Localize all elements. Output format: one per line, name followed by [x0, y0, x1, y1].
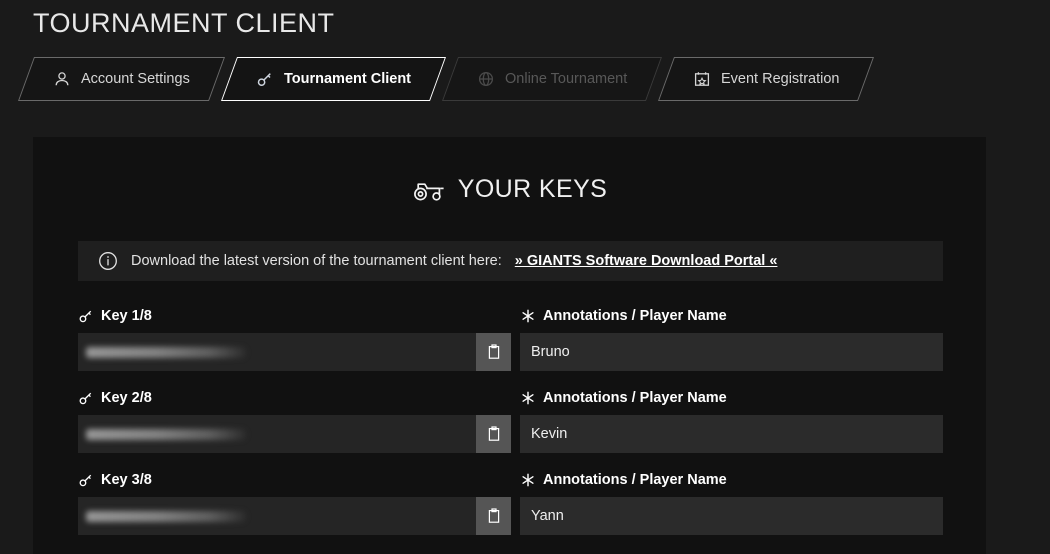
key-label: Key 3/8: [78, 469, 520, 491]
annotation-value: Bruno: [531, 344, 570, 360]
copy-key-button[interactable]: [476, 497, 511, 535]
key-icon: [256, 70, 274, 88]
banner-text: Download the latest version of the tourn…: [131, 253, 502, 269]
keys-panel: YOUR KEYS Download the latest version of…: [33, 137, 986, 554]
tab-bar: Account Settings Tournament Client Onlin…: [17, 57, 879, 101]
asterisk-icon: [520, 308, 536, 324]
user-icon: [53, 70, 71, 88]
asterisk-icon: [520, 472, 536, 488]
tab-tournament-client[interactable]: Tournament Client: [220, 57, 446, 101]
tab-event-registration[interactable]: Event Registration: [658, 57, 875, 101]
key-label-text: Key 3/8: [101, 472, 152, 488]
key-input[interactable]: [78, 333, 476, 371]
tractor-icon: [412, 177, 446, 203]
redacted-key-value: [86, 510, 246, 522]
row-labels: Key 2/8 Annotations / Player Name: [78, 387, 943, 415]
section-header: YOUR KEYS: [33, 175, 986, 204]
row-labels: Key 3/8 Annotations / Player Name: [78, 469, 943, 497]
key-icon: [78, 308, 94, 324]
key-label-text: Key 2/8: [101, 390, 152, 406]
asterisk-icon: [520, 390, 536, 406]
copy-key-button[interactable]: [476, 333, 511, 371]
table-row: Key 1/8 Annotations / Player Name Bruno: [78, 305, 943, 387]
annotation-label: Annotations / Player Name: [520, 387, 727, 409]
page-title: TOURNAMENT CLIENT: [33, 8, 335, 38]
tab-label: Event Registration: [721, 71, 840, 87]
key-label: Key 2/8: [78, 387, 520, 409]
tab-label: Online Tournament: [504, 71, 628, 87]
annotation-input[interactable]: Yann: [520, 497, 943, 535]
calendar-icon: [693, 70, 711, 88]
row-labels: Key 1/8 Annotations / Player Name: [78, 305, 943, 333]
tab-label: Tournament Client: [283, 71, 411, 87]
copy-key-button[interactable]: [476, 415, 511, 453]
annotation-input[interactable]: Bruno: [520, 333, 943, 371]
download-banner: Download the latest version of the tourn…: [78, 241, 943, 281]
download-portal-link[interactable]: » GIANTS Software Download Portal «: [515, 253, 778, 269]
key-label-text: Key 1/8: [101, 308, 152, 324]
key-icon: [78, 472, 94, 488]
key-input[interactable]: [78, 415, 476, 453]
globe-icon: [477, 70, 495, 88]
redacted-key-value: [86, 428, 246, 440]
key-input[interactable]: [78, 497, 476, 535]
info-icon: [98, 251, 118, 271]
annotation-label: Annotations / Player Name: [520, 305, 727, 327]
keys-table: Key 1/8 Annotations / Player Name Bruno …: [78, 305, 943, 551]
annotation-value: Yann: [531, 508, 564, 524]
annotation-label-text: Annotations / Player Name: [543, 472, 727, 488]
key-icon: [78, 390, 94, 406]
table-row: Key 3/8 Annotations / Player Name Yann: [78, 469, 943, 551]
section-title: YOUR KEYS: [457, 175, 608, 203]
annotation-label-text: Annotations / Player Name: [543, 308, 727, 324]
tab-online-tournament: Online Tournament: [441, 57, 663, 101]
tab-label: Account Settings: [81, 71, 190, 87]
tab-account-settings[interactable]: Account Settings: [17, 57, 225, 101]
annotation-input[interactable]: Kevin: [520, 415, 943, 453]
table-row: Key 2/8 Annotations / Player Name Kevin: [78, 387, 943, 469]
annotation-label: Annotations / Player Name: [520, 469, 727, 491]
key-label: Key 1/8: [78, 305, 520, 327]
redacted-key-value: [86, 346, 246, 358]
annotation-value: Kevin: [531, 426, 568, 442]
annotation-label-text: Annotations / Player Name: [543, 390, 727, 406]
